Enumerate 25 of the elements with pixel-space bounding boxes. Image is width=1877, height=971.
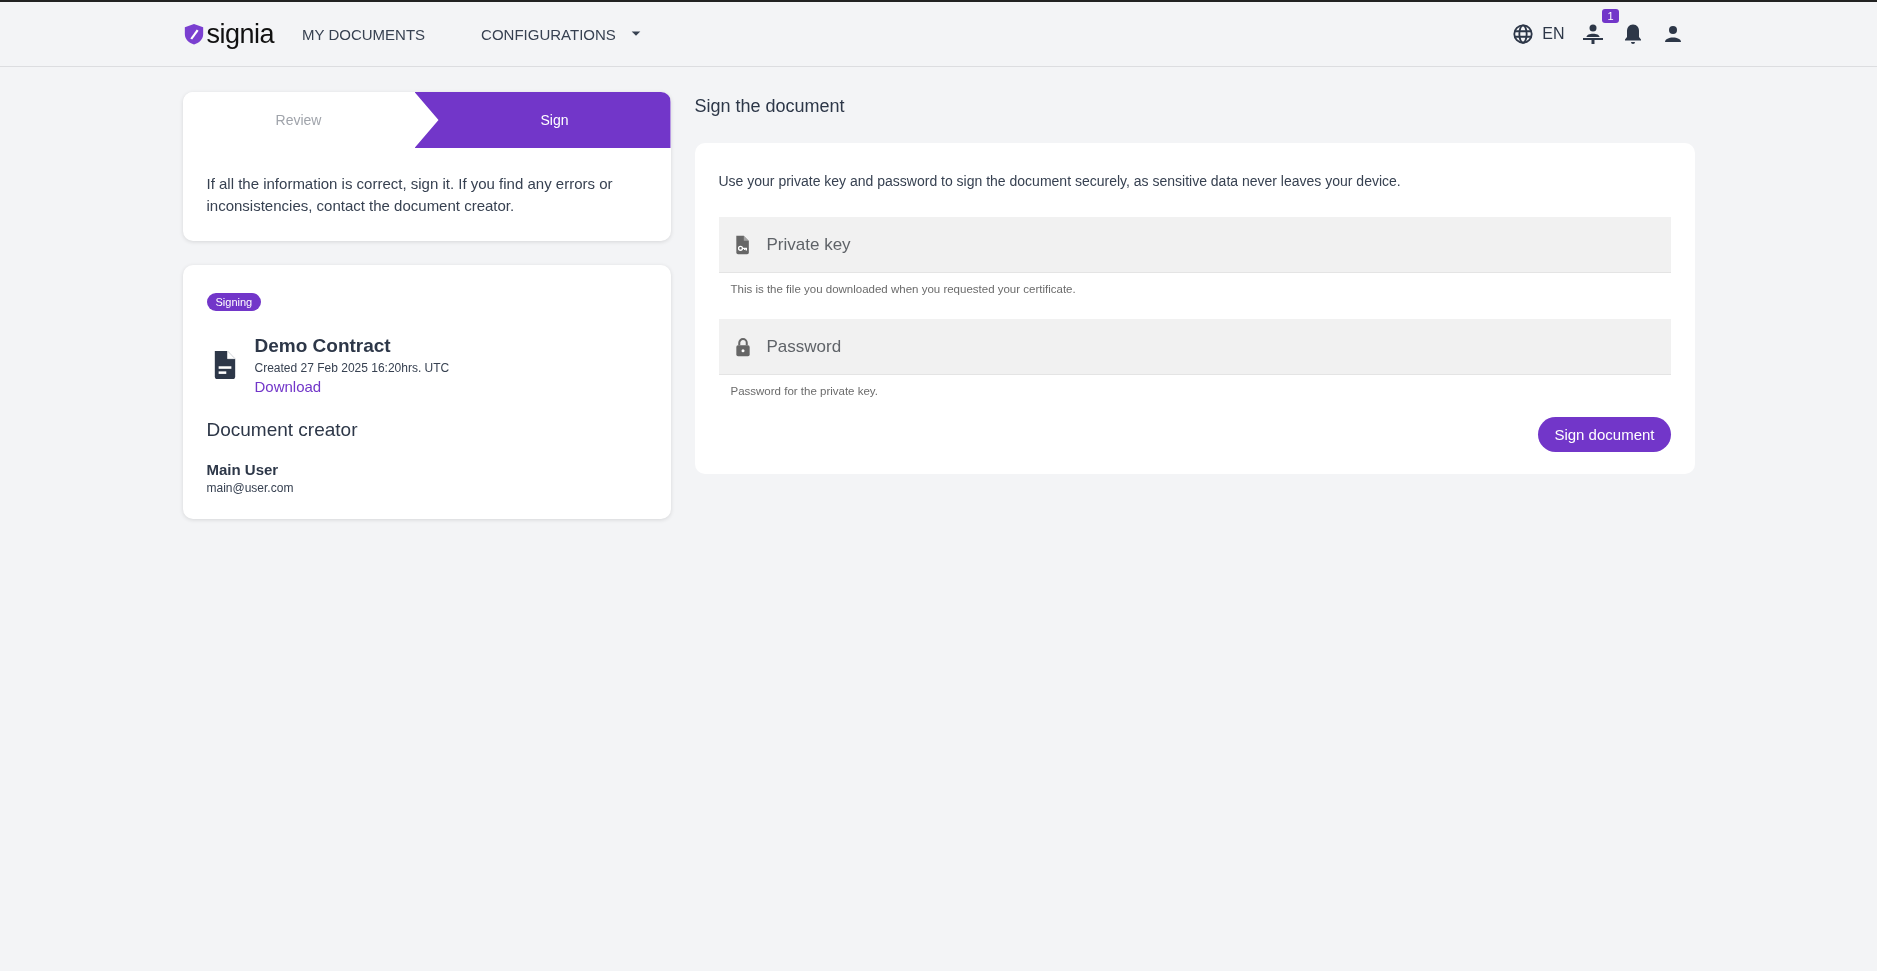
- status-badge: Signing: [206, 293, 262, 311]
- signer-button[interactable]: [1580, 22, 1605, 46]
- download-link[interactable]: Download: [254, 378, 322, 395]
- helper-text: Password for the private key.: [730, 385, 879, 397]
- globe-icon: [1512, 23, 1535, 45]
- description-text: Use your private key and password to sign the document securely, as sensitive data never leaves your device.: [718, 173, 1402, 189]
- creator-name: Main User: [206, 461, 280, 478]
- language-selector[interactable]: EN: [1512, 23, 1565, 45]
- creator-email: main@user.com: [206, 481, 295, 495]
- instructions-text: If all the information is correct, sign it. If you find any errors or inconsistencies, contact the document creator.: [205, 174, 614, 216]
- step-tab[interactable]: Sign: [414, 92, 671, 148]
- nav-link[interactable]: MY DOCUMENTS: [302, 21, 426, 47]
- notification-badge: 1: [1602, 9, 1619, 23]
- person-desk-icon: [1580, 22, 1605, 46]
- sign-button[interactable]: Sign document: [1538, 417, 1671, 452]
- section-heading: Document creator: [206, 419, 359, 441]
- created-date: Created 27 Feb 2025 16:20hrs. UTC: [254, 361, 450, 375]
- nav-dropdown[interactable]: CONFIGURATIONS: [481, 21, 642, 47]
- shield-logo-icon: [182, 23, 205, 45]
- logo-text: signia: [206, 18, 275, 50]
- password-field[interactable]: Password: [718, 319, 1671, 375]
- helper-text: This is the file you downloaded when you requested your certificate.: [730, 283, 1077, 295]
- document-name: Demo Contract: [254, 335, 392, 357]
- panel-title: Sign the document: [694, 96, 846, 117]
- file-field[interactable]: Private key: [718, 217, 1671, 273]
